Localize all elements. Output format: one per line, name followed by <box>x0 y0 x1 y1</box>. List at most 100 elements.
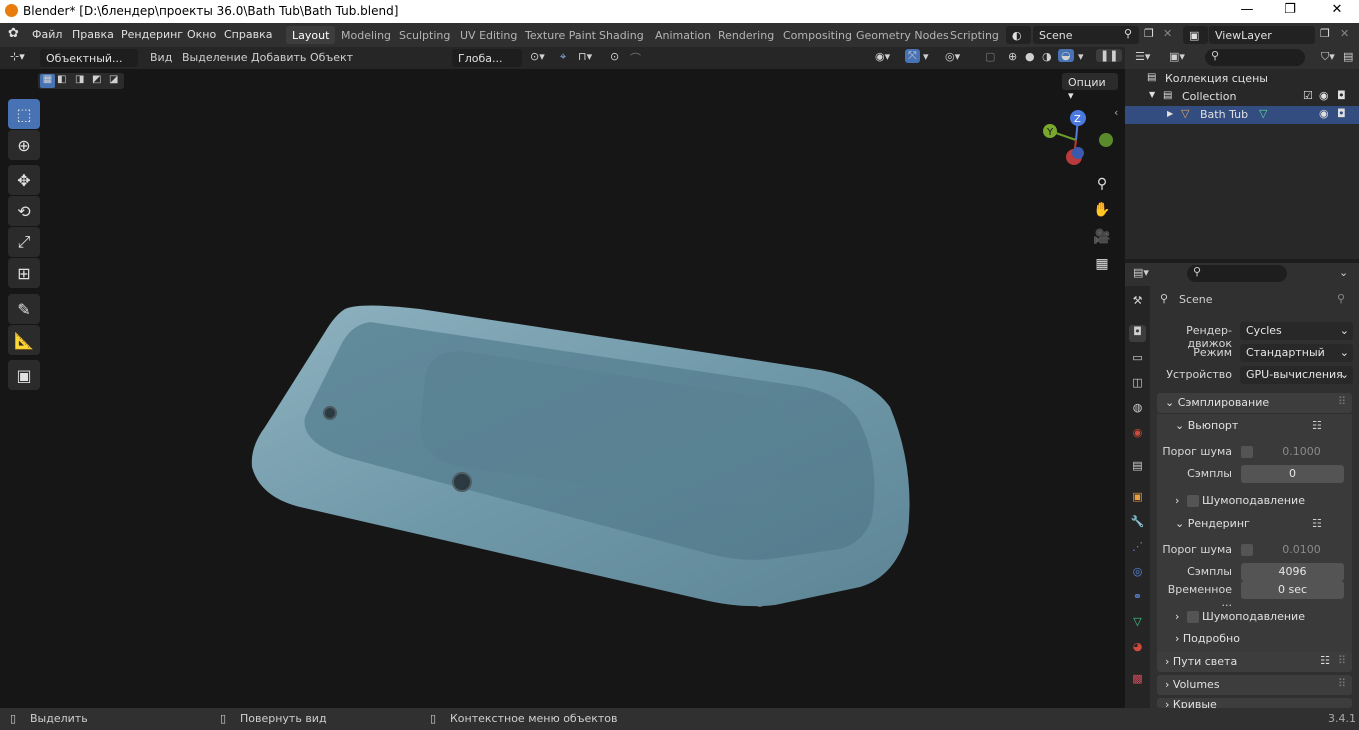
gizmo-dropdown-icon[interactable]: ▾ <box>923 50 929 63</box>
menu-add[interactable]: Добавить <box>251 51 306 64</box>
annotate-tool[interactable]: ✎ <box>8 294 40 324</box>
properties-search-input[interactable]: ⚲ <box>1187 265 1287 282</box>
menu-select[interactable]: Выделение <box>182 51 248 64</box>
gizmo-toggle-icon[interactable]: ⤧ <box>905 49 920 63</box>
delete-viewlayer-icon[interactable]: ✕ <box>1340 27 1349 40</box>
menu-render[interactable]: Рендеринг <box>121 28 183 41</box>
viewlayer-selector-icon[interactable]: ▣ <box>1183 26 1208 44</box>
close-button[interactable]: ✕ <box>1322 2 1352 20</box>
add-cube-tool[interactable]: ▣ <box>8 360 40 390</box>
scale-tool[interactable]: ⤢ <box>8 227 40 257</box>
render-tab-icon[interactable]: ◘ <box>1129 325 1146 342</box>
viewport-denoise-checkbox[interactable] <box>1187 495 1199 507</box>
exclude-checkbox-icon[interactable]: ☑ <box>1303 89 1313 102</box>
select-new-icon[interactable]: ▦ <box>40 74 55 88</box>
tab-modeling[interactable]: Modeling <box>335 26 397 44</box>
menu-object[interactable]: Объект <box>310 51 353 64</box>
render-denoise-checkbox[interactable] <box>1187 611 1199 623</box>
render-engine-dropdown[interactable]: Cycles ⌄ <box>1240 322 1353 340</box>
camera-icon[interactable]: 🎥 <box>1092 229 1112 249</box>
outliner-editor-icon[interactable]: ☰▾ <box>1135 50 1150 63</box>
tab-compositing[interactable]: Compositing <box>777 26 858 44</box>
overlay-icon[interactable]: ◎▾ <box>945 50 960 63</box>
time-limit-field[interactable]: 0 sec <box>1241 581 1344 599</box>
drag-handle-icon[interactable]: ⠿ <box>1338 395 1346 408</box>
list-icon[interactable]: ☷ <box>1312 517 1322 530</box>
tool-tab-icon[interactable]: ⚒ <box>1129 294 1146 311</box>
visibility-eye-icon[interactable]: ◉ <box>1319 107 1329 120</box>
tab-texture-paint[interactable]: Texture Paint <box>519 26 602 44</box>
measure-tool[interactable]: 📐 <box>8 325 40 355</box>
viewlayer-field[interactable]: ViewLayer <box>1209 26 1315 44</box>
menu-view[interactable]: Вид <box>150 51 172 64</box>
tab-sculpting[interactable]: Sculpting <box>393 26 456 44</box>
outliner-row-bath-tub[interactable]: ▶ ▽ Bath Tub ▽ ◉ ◘ <box>1125 106 1359 124</box>
drag-handle-icon[interactable]: ⠿ <box>1338 654 1346 667</box>
delete-scene-icon[interactable]: ✕ <box>1163 27 1172 40</box>
data-tab-icon[interactable]: ▽ <box>1129 615 1146 632</box>
render-noise-checkbox[interactable] <box>1241 544 1253 556</box>
properties-options-icon[interactable]: ⌄ <box>1339 266 1348 279</box>
select-box-tool[interactable]: ⬚ <box>8 99 40 129</box>
material-tab-icon[interactable]: ◕ <box>1129 640 1146 657</box>
maximize-button[interactable]: ❐ <box>1275 2 1305 20</box>
physics-tab-icon[interactable]: ◎ <box>1129 565 1146 582</box>
viewport-subpanel-header[interactable]: ⌄ Вьюпорт <box>1175 419 1238 432</box>
falloff-icon[interactable]: ⌒ <box>630 50 641 66</box>
mesh-data-icon[interactable]: ▽ <box>1259 107 1267 120</box>
render-samples-field[interactable]: 4096 <box>1241 563 1344 581</box>
rotate-tool[interactable]: ⟲ <box>8 196 40 226</box>
pan-hand-icon[interactable]: ✋ <box>1092 202 1112 222</box>
select-invert-icon[interactable]: ◩ <box>92 74 101 85</box>
modifier-tab-icon[interactable]: 🔧 <box>1129 515 1146 532</box>
render-noise-field[interactable]: 0.0100 <box>1259 541 1344 559</box>
wireframe-shading-icon[interactable]: ⊕ <box>1008 50 1017 63</box>
tab-animation[interactable]: Animation <box>649 26 717 44</box>
list-icon[interactable]: ☷ <box>1320 654 1330 667</box>
rendered-shading-icon[interactable]: ◒ <box>1058 49 1074 62</box>
scene-tab-icon[interactable]: ◍ <box>1129 401 1146 418</box>
view-layer-tab-icon[interactable]: ◫ <box>1129 376 1146 393</box>
minimize-button[interactable]: — <box>1232 2 1262 20</box>
new-collection-icon[interactable]: ▤ <box>1343 50 1353 63</box>
list-icon[interactable]: ☷ <box>1312 419 1322 432</box>
volumes-panel-header[interactable]: › Volumes ⠿ <box>1157 675 1352 695</box>
pivot-icon[interactable]: ⊙▾ <box>530 50 545 63</box>
viewport-samples-field[interactable]: 0 <box>1241 465 1344 483</box>
scene-selector-icon[interactable]: ◐ <box>1006 26 1031 44</box>
pin-icon[interactable]: ⚲ <box>1337 292 1345 305</box>
tab-layout[interactable]: Layout <box>286 26 336 44</box>
new-scene-icon[interactable]: ❐ <box>1144 27 1154 40</box>
menu-file[interactable]: Файл <box>32 28 62 41</box>
transform-tool[interactable]: ⊞ <box>8 258 40 288</box>
solid-shading-icon[interactable]: ● <box>1025 50 1035 63</box>
new-viewlayer-icon[interactable]: ❐ <box>1320 27 1330 40</box>
particles-tab-icon[interactable]: ⋰ <box>1129 540 1146 557</box>
render-camera-icon[interactable]: ◘ <box>1337 89 1346 102</box>
outliner-search-input[interactable]: ⚲ <box>1205 49 1305 66</box>
collection-tab-icon[interactable]: ▤ <box>1129 459 1146 476</box>
tab-shading[interactable]: Shading <box>593 26 650 44</box>
menu-window[interactable]: Окно <box>187 28 216 41</box>
curves-panel-header[interactable]: › Кривые <box>1157 698 1352 708</box>
expand-arrow-icon[interactable]: ▶ <box>1167 109 1173 118</box>
visibility-icon[interactable]: ◉▾ <box>875 50 890 63</box>
object-tab-icon[interactable]: ▣ <box>1129 490 1146 507</box>
orientation-dropdown[interactable]: Глоба... <box>452 49 522 67</box>
render-mode-dropdown[interactable]: Стандартный ⌄ <box>1240 344 1353 362</box>
visibility-eye-icon[interactable]: ◉ <box>1319 89 1329 102</box>
output-tab-icon[interactable]: ▭ <box>1129 351 1146 368</box>
tab-scripting[interactable]: Scripting <box>944 26 1005 44</box>
expand-arrow-icon[interactable]: ▼ <box>1149 90 1155 99</box>
cursor-tool[interactable]: ⊕ <box>8 130 40 160</box>
snap-icon[interactable]: ⌖ <box>560 50 566 64</box>
advanced-subpanel-header[interactable]: › Подробно <box>1175 632 1240 645</box>
world-tab-icon[interactable]: ◉ <box>1129 426 1146 443</box>
drag-handle-icon[interactable]: ⠿ <box>1338 677 1346 690</box>
viewport-noise-field[interactable]: 0.1000 <box>1259 443 1344 461</box>
tab-uv-editing[interactable]: UV Editing <box>454 26 523 44</box>
xray-icon[interactable]: ▢ <box>985 50 995 63</box>
blender-menu-icon[interactable]: ✿ <box>8 26 19 41</box>
sampling-panel-header[interactable]: ⌄ Сэмплирование ⠿ <box>1157 393 1352 413</box>
constraints-tab-icon[interactable]: ⚭ <box>1129 590 1146 607</box>
